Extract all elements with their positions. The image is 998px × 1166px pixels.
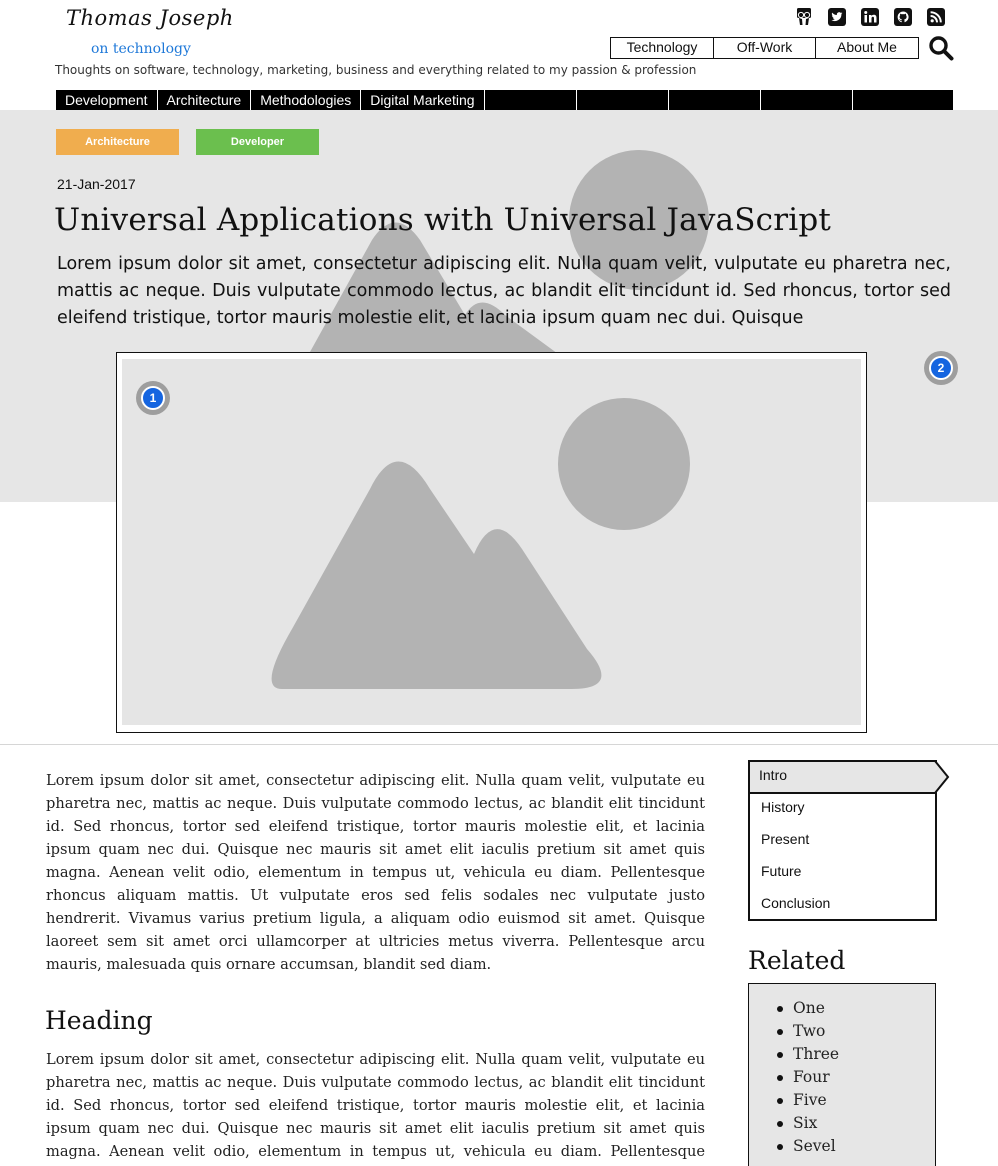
section-heading: Heading [45,1006,153,1035]
site-tagline: Thoughts on software, technology, market… [55,63,697,77]
article-paragraph: Lorem ipsum dolor sit amet, consectetur … [46,772,705,973]
twitter-icon[interactable] [827,7,847,27]
related-item[interactable]: Sevel [749,1135,935,1158]
toc-item-history[interactable]: History [750,792,935,824]
rss-icon[interactable] [926,7,946,27]
linkedin-icon[interactable] [860,7,880,27]
category-architecture[interactable]: Architecture [158,90,252,110]
category-digital-marketing[interactable]: Digital Marketing [361,90,485,110]
category-navigation: Development Architecture Methodologies D… [56,90,953,110]
post-lead: Lorem ipsum dolor sit amet, consectetur … [57,254,951,328]
category-empty-slot [669,90,761,110]
post-title: Universal Applications with Universal Ja… [54,202,832,238]
related-item[interactable]: Four [749,1066,935,1089]
nav-off-work[interactable]: Off-Work [714,38,816,58]
category-empty-slot [485,90,577,110]
github-icon[interactable] [893,7,913,27]
toc-item-intro[interactable]: Intro [748,760,950,794]
featured-image-placeholder [122,359,861,725]
site-logo[interactable]: Thomas Joseph [66,6,234,30]
related-item[interactable]: One [749,997,935,1020]
tag-architecture[interactable]: Architecture [56,129,179,155]
category-empty-slot [761,90,853,110]
table-of-contents: History Present Future Conclusion Intro [748,760,950,921]
related-item[interactable]: Five [749,1089,935,1112]
social-links [794,7,946,27]
category-development[interactable]: Development [56,90,158,110]
category-empty-slot [853,90,953,110]
badge-number: 1 [141,386,165,410]
annotation-badge-2[interactable]: 2 [924,351,958,385]
featured-image-frame [116,352,867,733]
post-date: 21-Jan-2017 [57,176,136,192]
toc-item-label: Intro [759,767,788,783]
top-navigation: Technology Off-Work About Me [610,37,919,59]
slideshare-icon[interactable] [794,7,814,27]
annotation-badge-1[interactable]: 1 [136,381,170,415]
image-placeholder-icon [271,398,690,689]
article-paragraph: Lorem ipsum dolor sit amet, consectetur … [46,1051,705,1160]
tag-developer[interactable]: Developer [196,129,319,155]
toc-item-conclusion[interactable]: Conclusion [750,888,935,920]
nav-technology[interactable]: Technology [611,38,714,58]
related-item[interactable]: Two [749,1020,935,1043]
related-heading: Related [748,946,846,975]
category-empty-slot [577,90,669,110]
toc-item-present[interactable]: Present [750,824,935,856]
badge-number: 2 [929,356,953,380]
category-methodologies[interactable]: Methodologies [251,90,362,110]
toc-item-future[interactable]: Future [750,856,935,888]
site-subtitle: on technology [91,41,191,57]
related-item[interactable]: Three [749,1043,935,1066]
nav-about-me[interactable]: About Me [816,38,918,58]
related-list-box: One Two Three Four Five Six Sevel [748,983,936,1166]
related-item[interactable]: Six [749,1112,935,1135]
search-icon[interactable] [928,35,954,61]
content-divider [0,744,998,745]
